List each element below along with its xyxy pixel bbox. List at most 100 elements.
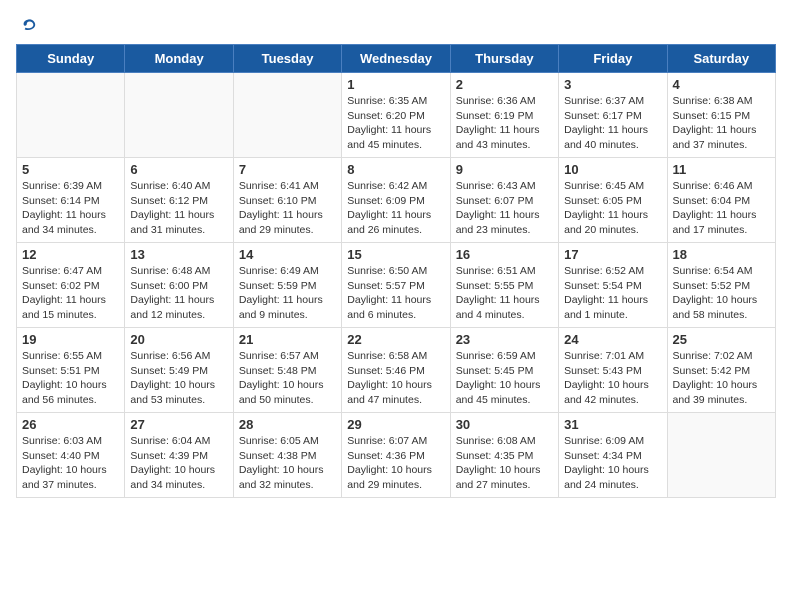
day-number: 31: [564, 417, 661, 432]
weekday-header-wednesday: Wednesday: [342, 45, 450, 73]
calendar-cell: 14Sunrise: 6:49 AM Sunset: 5:59 PM Dayli…: [233, 243, 341, 328]
calendar-cell: 29Sunrise: 6:07 AM Sunset: 4:36 PM Dayli…: [342, 413, 450, 498]
calendar-cell: 26 Sunrise: 6:03 AM Sunset: 4:40 PM Dayli…: [17, 413, 125, 498]
calendar-cell: 28 Sunrise: 6:05 AM Sunset: 4:38 PM Dayli…: [233, 413, 341, 498]
week-row-3: 12 Sunrise: 6:47 AM Sunset: 6:02 PM Dayli…: [17, 243, 776, 328]
day-number: 28: [239, 417, 336, 432]
day-number: 10: [564, 162, 661, 177]
cell-info: Sunrise: 6:38 AM Sunset: 6:15 PM Dayligh…: [673, 94, 770, 153]
calendar-cell: 21 Sunrise: 6:57 AM Sunset: 5:48 PM Dayli…: [233, 328, 341, 413]
day-number: 3: [564, 77, 661, 92]
cell-info: Sunrise: 6:40 AM Sunset: 6:12 PM Dayligh…: [130, 179, 227, 238]
cell-info: Sunrise: 6:05 AM Sunset: 4:38 PM Dayligh…: [239, 434, 336, 493]
cell-info: Sunrise: 6:43 AM Sunset: 6:07 PM Dayligh…: [456, 179, 553, 238]
day-number: 24: [564, 332, 661, 347]
week-row-4: 19Sunrise: 6:55 AM Sunset: 5:51 PM Dayli…: [17, 328, 776, 413]
day-number: 18: [673, 247, 770, 262]
calendar-cell: 20Sunrise: 6:56 AM Sunset: 5:49 PM Dayli…: [125, 328, 233, 413]
day-number: 12: [22, 247, 119, 262]
calendar-cell: 3 Sunrise: 6:37 AM Sunset: 6:17 PM Daylig…: [559, 73, 667, 158]
cell-info: Sunrise: 6:35 AM Sunset: 6:20 PM Dayligh…: [347, 94, 444, 153]
week-row-2: 5 Sunrise: 6:39 AM Sunset: 6:14 PM Daylig…: [17, 158, 776, 243]
calendar-cell: 1 Sunrise: 6:35 AM Sunset: 6:20 PM Daylig…: [342, 73, 450, 158]
calendar-cell: 10 Sunrise: 6:45 AM Sunset: 6:05 PM Dayli…: [559, 158, 667, 243]
day-number: 30: [456, 417, 553, 432]
calendar-cell: 12 Sunrise: 6:47 AM Sunset: 6:02 PM Dayli…: [17, 243, 125, 328]
cell-info: Sunrise: 6:42 AM Sunset: 6:09 PM Dayligh…: [347, 179, 444, 238]
cell-info: Sunrise: 6:09 AM Sunset: 4:34 PM Dayligh…: [564, 434, 661, 493]
calendar-cell: 19Sunrise: 6:55 AM Sunset: 5:51 PM Dayli…: [17, 328, 125, 413]
cell-info: Sunrise: 6:41 AM Sunset: 6:10 PM Dayligh…: [239, 179, 336, 238]
calendar-cell: 13 Sunrise: 6:48 AM Sunset: 6:00 PM Dayli…: [125, 243, 233, 328]
calendar-cell: 31 Sunrise: 6:09 AM Sunset: 4:34 PM Dayli…: [559, 413, 667, 498]
weekday-header-sunday: Sunday: [17, 45, 125, 73]
weekday-header-thursday: Thursday: [450, 45, 558, 73]
weekday-header-friday: Friday: [559, 45, 667, 73]
day-number: 23: [456, 332, 553, 347]
calendar-cell: 2 Sunrise: 6:36 AM Sunset: 6:19 PM Daylig…: [450, 73, 558, 158]
day-number: 13: [130, 247, 227, 262]
weekday-header-monday: Monday: [125, 45, 233, 73]
day-number: 8: [347, 162, 444, 177]
calendar-cell: [125, 73, 233, 158]
cell-info: Sunrise: 6:07 AM Sunset: 4:36 PM Dayligh…: [347, 434, 444, 493]
calendar-cell: 23 Sunrise: 6:59 AM Sunset: 5:45 PM Dayli…: [450, 328, 558, 413]
cell-info: Sunrise: 7:02 AM Sunset: 5:42 PM Dayligh…: [673, 349, 770, 408]
calendar-cell: 7Sunrise: 6:41 AM Sunset: 6:10 PM Daylig…: [233, 158, 341, 243]
day-number: 6: [130, 162, 227, 177]
day-number: 1: [347, 77, 444, 92]
calendar-cell: 16 Sunrise: 6:51 AM Sunset: 5:55 PM Dayli…: [450, 243, 558, 328]
day-number: 4: [673, 77, 770, 92]
cell-info: Sunrise: 6:51 AM Sunset: 5:55 PM Dayligh…: [456, 264, 553, 323]
cell-info: Sunrise: 6:08 AM Sunset: 4:35 PM Dayligh…: [456, 434, 553, 493]
calendar-cell: [17, 73, 125, 158]
week-row-1: 1 Sunrise: 6:35 AM Sunset: 6:20 PM Daylig…: [17, 73, 776, 158]
cell-info: Sunrise: 6:59 AM Sunset: 5:45 PM Dayligh…: [456, 349, 553, 408]
calendar-cell: 30 Sunrise: 6:08 AM Sunset: 4:35 PM Dayli…: [450, 413, 558, 498]
calendar-table: SundayMondayTuesdayWednesdayThursdayFrid…: [16, 44, 776, 498]
weekday-header-row: SundayMondayTuesdayWednesdayThursdayFrid…: [17, 45, 776, 73]
calendar-cell: 6 Sunrise: 6:40 AM Sunset: 6:12 PM Daylig…: [125, 158, 233, 243]
cell-info: Sunrise: 6:55 AM Sunset: 5:51 PM Dayligh…: [22, 349, 119, 408]
day-number: 22: [347, 332, 444, 347]
cell-info: Sunrise: 6:49 AM Sunset: 5:59 PM Dayligh…: [239, 264, 336, 323]
day-number: 25: [673, 332, 770, 347]
calendar-cell: 25 Sunrise: 7:02 AM Sunset: 5:42 PM Dayli…: [667, 328, 775, 413]
weekday-header-saturday: Saturday: [667, 45, 775, 73]
day-number: 26: [22, 417, 119, 432]
calendar-cell: [667, 413, 775, 498]
weekday-header-tuesday: Tuesday: [233, 45, 341, 73]
cell-info: Sunrise: 6:37 AM Sunset: 6:17 PM Dayligh…: [564, 94, 661, 153]
calendar-cell: [233, 73, 341, 158]
cell-info: Sunrise: 6:45 AM Sunset: 6:05 PM Dayligh…: [564, 179, 661, 238]
day-number: 21: [239, 332, 336, 347]
cell-info: Sunrise: 6:48 AM Sunset: 6:00 PM Dayligh…: [130, 264, 227, 323]
page-header: [16, 16, 776, 36]
calendar-cell: 24 Sunrise: 7:01 AM Sunset: 5:43 PM Dayli…: [559, 328, 667, 413]
cell-info: Sunrise: 6:47 AM Sunset: 6:02 PM Dayligh…: [22, 264, 119, 323]
calendar-cell: 17Sunrise: 6:52 AM Sunset: 5:54 PM Dayli…: [559, 243, 667, 328]
day-number: 15: [347, 247, 444, 262]
day-number: 16: [456, 247, 553, 262]
cell-info: Sunrise: 6:39 AM Sunset: 6:14 PM Dayligh…: [22, 179, 119, 238]
cell-info: Sunrise: 7:01 AM Sunset: 5:43 PM Dayligh…: [564, 349, 661, 408]
day-number: 2: [456, 77, 553, 92]
cell-info: Sunrise: 6:04 AM Sunset: 4:39 PM Dayligh…: [130, 434, 227, 493]
calendar-cell: 27 Sunrise: 6:04 AM Sunset: 4:39 PM Dayli…: [125, 413, 233, 498]
calendar-cell: 4 Sunrise: 6:38 AM Sunset: 6:15 PM Daylig…: [667, 73, 775, 158]
day-number: 27: [130, 417, 227, 432]
cell-info: Sunrise: 6:03 AM Sunset: 4:40 PM Dayligh…: [22, 434, 119, 493]
day-number: 11: [673, 162, 770, 177]
cell-info: Sunrise: 6:36 AM Sunset: 6:19 PM Dayligh…: [456, 94, 553, 153]
calendar-cell: 11 Sunrise: 6:46 AM Sunset: 6:04 PM Dayli…: [667, 158, 775, 243]
day-number: 5: [22, 162, 119, 177]
cell-info: Sunrise: 6:58 AM Sunset: 5:46 PM Dayligh…: [347, 349, 444, 408]
cell-info: Sunrise: 6:56 AM Sunset: 5:49 PM Dayligh…: [130, 349, 227, 408]
calendar-cell: 18Sunrise: 6:54 AM Sunset: 5:52 PM Dayli…: [667, 243, 775, 328]
calendar-cell: 15 Sunrise: 6:50 AM Sunset: 5:57 PM Dayli…: [342, 243, 450, 328]
cell-info: Sunrise: 6:52 AM Sunset: 5:54 PM Dayligh…: [564, 264, 661, 323]
cell-info: Sunrise: 6:46 AM Sunset: 6:04 PM Dayligh…: [673, 179, 770, 238]
cell-info: Sunrise: 6:57 AM Sunset: 5:48 PM Dayligh…: [239, 349, 336, 408]
logo: [16, 16, 38, 36]
cell-info: Sunrise: 6:50 AM Sunset: 5:57 PM Dayligh…: [347, 264, 444, 323]
